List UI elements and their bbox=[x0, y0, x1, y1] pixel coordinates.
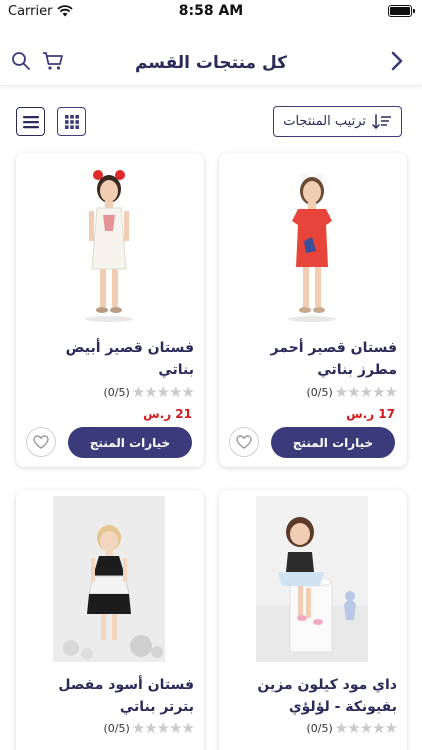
sort-button[interactable]: ترتيب المنتجات bbox=[273, 106, 402, 137]
product-options-button[interactable]: خيارات المنتج bbox=[271, 427, 395, 458]
star-icons: ★★★★★ bbox=[334, 383, 398, 401]
product-rating: (0/5) ★★★★★ bbox=[306, 383, 398, 401]
star-icons: ★★★★★ bbox=[131, 719, 195, 737]
heart-icon bbox=[33, 435, 49, 449]
product-card[interactable]: فستان قصير أحمر مطرز بناتي (0/5) ★★★★★ 1… bbox=[219, 153, 407, 467]
product-name[interactable]: فستان قصير أحمر مطرز بناتي bbox=[229, 337, 397, 381]
favorite-button[interactable] bbox=[229, 427, 259, 457]
product-name[interactable]: فستان أسود مفصل بترتر بناتي bbox=[26, 674, 194, 718]
carrier-info: Carrier bbox=[8, 3, 74, 19]
product-rating: (0/5) ★★★★★ bbox=[103, 719, 195, 737]
product-price: 21 ر.س bbox=[143, 407, 192, 421]
product-card[interactable]: داي مود كيلون مزين بفيونكة - لؤلؤي (0/5)… bbox=[219, 490, 407, 750]
product-name[interactable]: فستان قصير أبيض بناتي bbox=[26, 337, 194, 381]
product-card[interactable]: فستان قصير أبيض بناتي (0/5) ★★★★★ 21 ر.س… bbox=[16, 153, 204, 467]
carrier-label: Carrier bbox=[8, 3, 53, 19]
list-icon bbox=[22, 115, 39, 128]
product-image[interactable] bbox=[256, 496, 368, 662]
nav-actions bbox=[10, 50, 64, 72]
product-card[interactable]: فستان أسود مفصل بترتر بناتي (0/5) ★★★★★ bbox=[16, 490, 204, 750]
nav-bar: كل منتجات القسم bbox=[0, 40, 422, 86]
product-toolbar: ترتيب المنتجات bbox=[16, 106, 402, 138]
product-image[interactable] bbox=[53, 496, 165, 662]
rating-value: (0/5) bbox=[103, 385, 130, 399]
grid-view-button[interactable] bbox=[57, 107, 86, 136]
rating-value: (0/5) bbox=[306, 721, 333, 735]
heart-icon bbox=[236, 435, 252, 449]
star-icons: ★★★★★ bbox=[131, 383, 195, 401]
sort-label: ترتيب المنتجات bbox=[283, 114, 366, 129]
rating-value: (0/5) bbox=[306, 385, 333, 399]
product-rating: (0/5) ★★★★★ bbox=[103, 383, 195, 401]
sort-icon bbox=[372, 113, 391, 129]
product-rating: (0/5) ★★★★★ bbox=[306, 719, 398, 737]
page-title: كل منتجات القسم bbox=[134, 52, 288, 73]
star-icons: ★★★★★ bbox=[334, 719, 398, 737]
favorite-button[interactable] bbox=[26, 427, 56, 457]
grid-icon bbox=[64, 114, 79, 129]
cart-icon[interactable] bbox=[42, 50, 64, 72]
status-bar: Carrier 8:58 AM bbox=[0, 0, 422, 22]
wifi-icon bbox=[57, 5, 74, 17]
product-options-button[interactable]: خيارات المنتج bbox=[68, 427, 192, 458]
product-image[interactable] bbox=[256, 159, 368, 325]
product-price: 17 ر.س bbox=[346, 407, 395, 421]
product-image[interactable] bbox=[53, 159, 165, 325]
rating-value: (0/5) bbox=[103, 721, 130, 735]
product-name[interactable]: داي مود كيلون مزين بفيونكة - لؤلؤي bbox=[229, 674, 397, 718]
battery-icon bbox=[388, 5, 415, 17]
list-view-button[interactable] bbox=[16, 107, 45, 136]
search-icon[interactable] bbox=[10, 50, 32, 72]
chevron-right-icon[interactable] bbox=[386, 50, 408, 72]
